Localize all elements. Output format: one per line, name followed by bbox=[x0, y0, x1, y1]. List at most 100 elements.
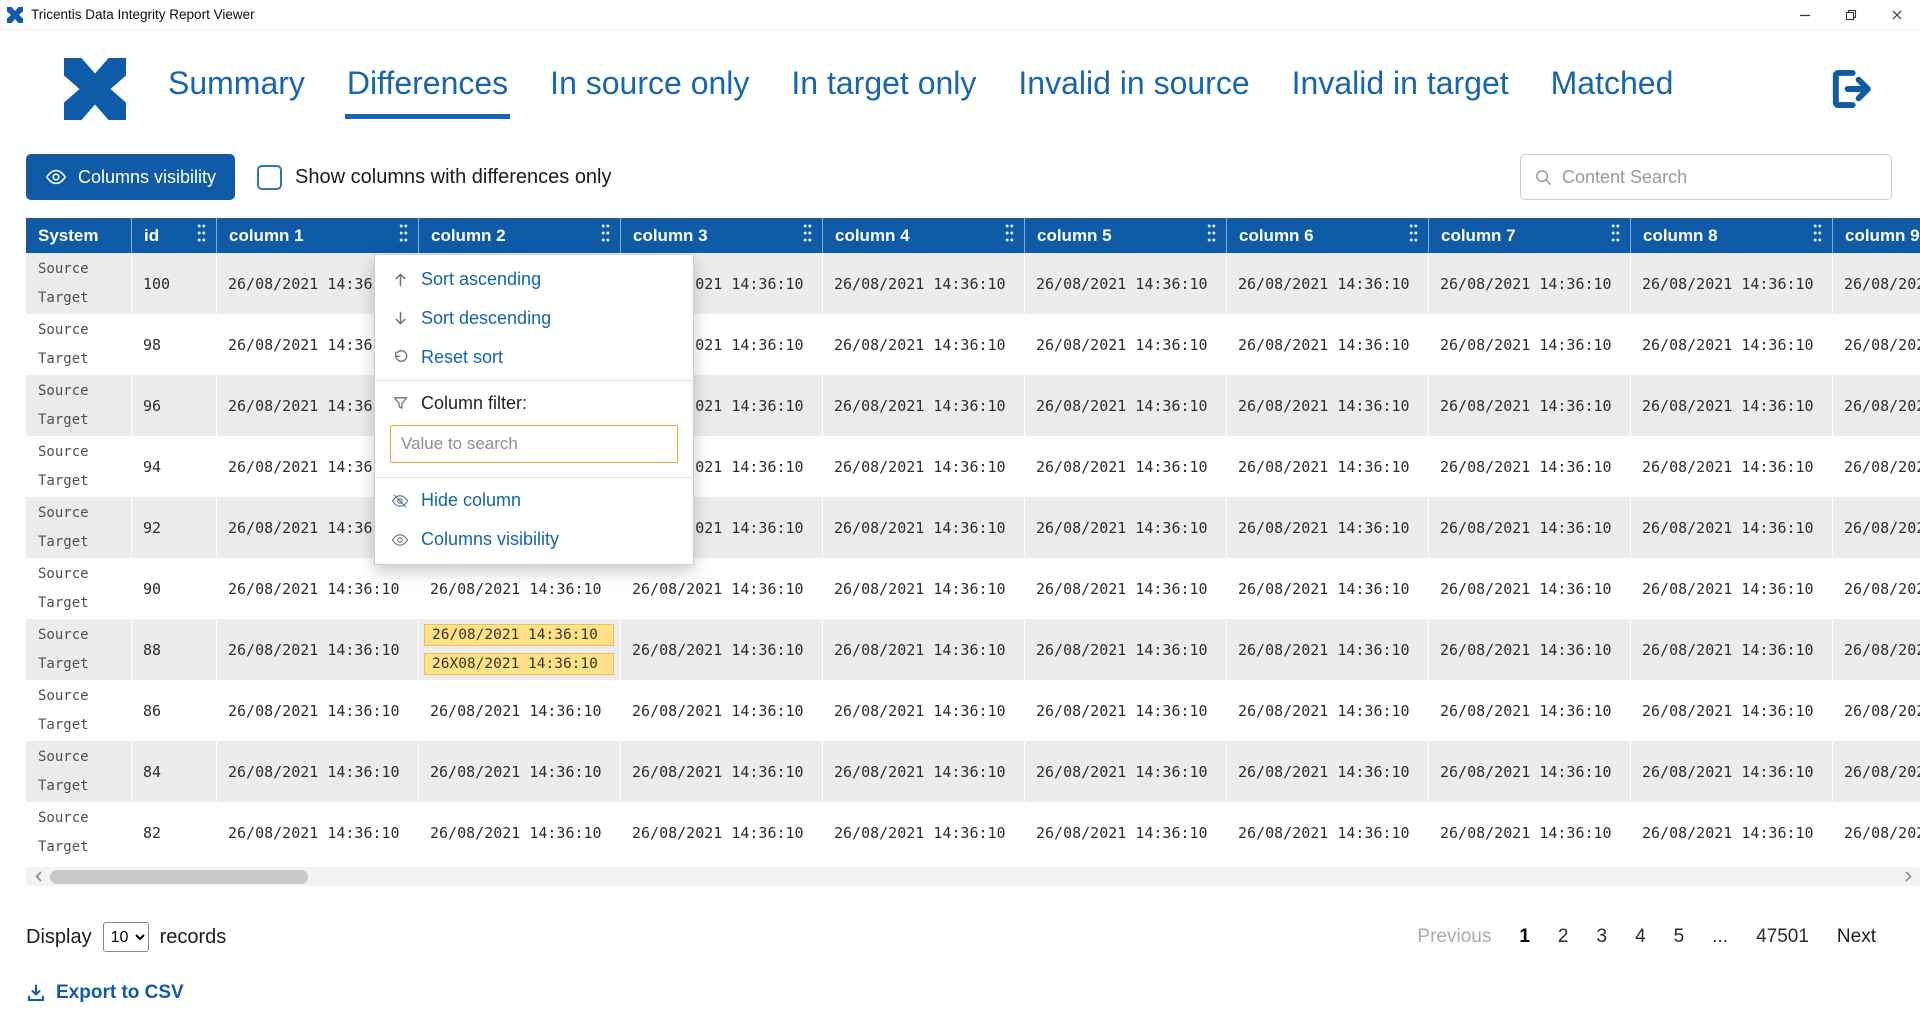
column-header-column-5[interactable]: column 5 bbox=[1025, 218, 1227, 253]
menu-item-label: Sort ascending bbox=[421, 269, 541, 290]
system-label: Target bbox=[38, 717, 89, 733]
minimize-button[interactable] bbox=[1782, 0, 1828, 29]
value-cell: 26/08/2021 14:36:10 bbox=[621, 558, 823, 619]
column-drag-dots-icon[interactable] bbox=[1813, 222, 1822, 249]
column-header-column-9[interactable]: column 9 bbox=[1833, 218, 1920, 253]
tab-differences[interactable]: Differences bbox=[345, 59, 510, 119]
value-cell: 26/08/2021 14:36:10 bbox=[1227, 253, 1429, 314]
title-bar: Tricentis Data Integrity Report Viewer bbox=[0, 0, 1920, 30]
column-header-column-7[interactable]: column 7 bbox=[1429, 218, 1631, 253]
window-title: Tricentis Data Integrity Report Viewer bbox=[31, 7, 255, 22]
scroll-left-arrow-icon[interactable] bbox=[28, 867, 48, 886]
column-header-label: column 5 bbox=[1037, 226, 1112, 246]
column-drag-dots-icon[interactable] bbox=[1611, 222, 1620, 249]
column-drag-dots-icon[interactable] bbox=[601, 222, 610, 249]
column-header-column-2[interactable]: column 2 bbox=[419, 218, 621, 253]
column-header-system[interactable]: System bbox=[26, 218, 132, 253]
content-search-input[interactable] bbox=[1562, 167, 1878, 188]
value-cell: 26/08/2021 14:36:10 bbox=[1833, 680, 1920, 741]
pagination-next[interactable]: Next bbox=[1837, 926, 1876, 948]
pagination-ellipsis: ... bbox=[1712, 926, 1728, 948]
pagination-page-4[interactable]: 4 bbox=[1635, 926, 1646, 948]
sort-descending-icon bbox=[390, 310, 410, 327]
system-label: Target bbox=[38, 473, 89, 489]
scroll-right-arrow-icon[interactable] bbox=[1898, 867, 1918, 886]
value-cell: 26/08/2021 14:36:10 bbox=[621, 680, 823, 741]
value-cell: 26/08/2021 14:36:10 bbox=[217, 802, 419, 863]
tab-in-source-only[interactable]: In source only bbox=[548, 59, 751, 119]
menu-item-sort-descending[interactable]: Sort descending bbox=[375, 299, 693, 338]
column-drag-dots-icon[interactable] bbox=[1409, 222, 1418, 249]
column-header-id[interactable]: id bbox=[132, 218, 217, 253]
system-label: Source bbox=[38, 322, 89, 338]
tab-matched[interactable]: Matched bbox=[1549, 59, 1676, 119]
pagination-page-47501[interactable]: 47501 bbox=[1756, 926, 1809, 948]
column-drag-dots-icon[interactable] bbox=[399, 222, 408, 249]
pagination-page-5[interactable]: 5 bbox=[1674, 926, 1685, 948]
column-header-column-4[interactable]: column 4 bbox=[823, 218, 1025, 253]
value-cell: 26/08/2021 14:36:10 bbox=[823, 497, 1025, 558]
value-cell: 26/08/2021 14:36:10 bbox=[1429, 253, 1631, 314]
tab-summary[interactable]: Summary bbox=[166, 59, 307, 119]
tab-invalid-in-source[interactable]: Invalid in source bbox=[1016, 59, 1251, 119]
column-filter-input[interactable] bbox=[390, 425, 678, 463]
table-row: SourceTarget8626/08/2021 14:36:1026/08/2… bbox=[26, 680, 1920, 741]
value-cell: 26/08/2021 14:36:10 bbox=[1833, 253, 1920, 314]
system-label: Source bbox=[38, 444, 89, 460]
system-cell: SourceTarget bbox=[26, 558, 132, 619]
value-cell: 26/08/2021 14:36:10 bbox=[1025, 314, 1227, 375]
scrollbar-thumb[interactable] bbox=[50, 870, 308, 884]
menu-item-sort-ascending[interactable]: Sort ascending bbox=[375, 260, 693, 299]
pagination-previous[interactable]: Previous bbox=[1417, 926, 1491, 948]
column-drag-dots-icon[interactable] bbox=[197, 222, 206, 249]
system-label: Target bbox=[38, 412, 89, 428]
tab-invalid-in-target[interactable]: Invalid in target bbox=[1290, 59, 1511, 119]
menu-separator bbox=[375, 380, 693, 381]
maximize-button[interactable] bbox=[1828, 0, 1874, 29]
system-label: Source bbox=[38, 688, 89, 704]
value-cell: 26/08/2021 14:36:10 bbox=[1429, 314, 1631, 375]
close-button[interactable] bbox=[1874, 0, 1920, 29]
column-header-column-1[interactable]: column 1 bbox=[217, 218, 419, 253]
columns-visibility-button[interactable]: Columns visibility bbox=[26, 154, 235, 200]
display-records-select[interactable]: 10 bbox=[103, 922, 149, 952]
export-csv-button[interactable]: Export to CSV bbox=[26, 982, 184, 1004]
column-header-column-8[interactable]: column 8 bbox=[1631, 218, 1833, 253]
value-cell: 26/08/2021 14:36:10 bbox=[823, 436, 1025, 497]
menu-item-columns-visibility[interactable]: Columns visibility bbox=[375, 520, 693, 559]
pagination-page-3[interactable]: 3 bbox=[1597, 926, 1608, 948]
tab-in-target-only[interactable]: In target only bbox=[789, 59, 978, 119]
column-header-label: column 6 bbox=[1239, 226, 1314, 246]
value-cell: 26/08/2021 14:36:10 bbox=[1227, 558, 1429, 619]
table-row: SourceTarget9026/08/2021 14:36:1026/08/2… bbox=[26, 558, 1920, 619]
value-cell: 26/08/2021 14:36:10 bbox=[1025, 375, 1227, 436]
column-header-column-3[interactable]: column 3 bbox=[621, 218, 823, 253]
system-label: Target bbox=[38, 595, 89, 611]
menu-item-label: Reset sort bbox=[421, 347, 503, 368]
sort-ascending-icon bbox=[390, 271, 410, 288]
column-header-label: id bbox=[144, 226, 159, 246]
show-differences-checkbox[interactable] bbox=[257, 165, 282, 190]
columns-visibility-label: Columns visibility bbox=[78, 167, 216, 188]
close-icon bbox=[1891, 9, 1903, 21]
value-cell: 26/08/2021 14:36:10 bbox=[1833, 619, 1920, 680]
column-drag-dots-icon[interactable] bbox=[803, 222, 812, 249]
column-header-column-6[interactable]: column 6 bbox=[1227, 218, 1429, 253]
value-cell: 26/08/2021 14:36:10 bbox=[1025, 619, 1227, 680]
pagination-page-1[interactable]: 1 bbox=[1519, 926, 1530, 948]
menu-item-reset-sort[interactable]: Reset sort bbox=[375, 338, 693, 377]
column-drag-dots-icon[interactable] bbox=[1207, 222, 1216, 249]
menu-item-column-filter: Column filter: bbox=[375, 384, 693, 423]
value-cell: 26/08/2021 14:36:10 bbox=[1429, 436, 1631, 497]
id-cell: 84 bbox=[132, 741, 217, 802]
table-row: SourceTarget9826/08/2021 14:36:1026/08/2… bbox=[26, 314, 1920, 375]
value-cell: 26/08/2021 14:36:10 bbox=[1833, 497, 1920, 558]
menu-item-hide-column[interactable]: Hide column bbox=[375, 481, 693, 520]
column-drag-dots-icon[interactable] bbox=[1005, 222, 1014, 249]
value-cell: 26/08/2021 14:36:10 bbox=[823, 619, 1025, 680]
pagination-page-2[interactable]: 2 bbox=[1558, 926, 1569, 948]
exit-button[interactable] bbox=[1824, 62, 1878, 116]
horizontal-scrollbar[interactable] bbox=[26, 867, 1920, 886]
value-cell: 26/08/2021 14:36:10 bbox=[1429, 497, 1631, 558]
system-label: Source bbox=[38, 383, 89, 399]
